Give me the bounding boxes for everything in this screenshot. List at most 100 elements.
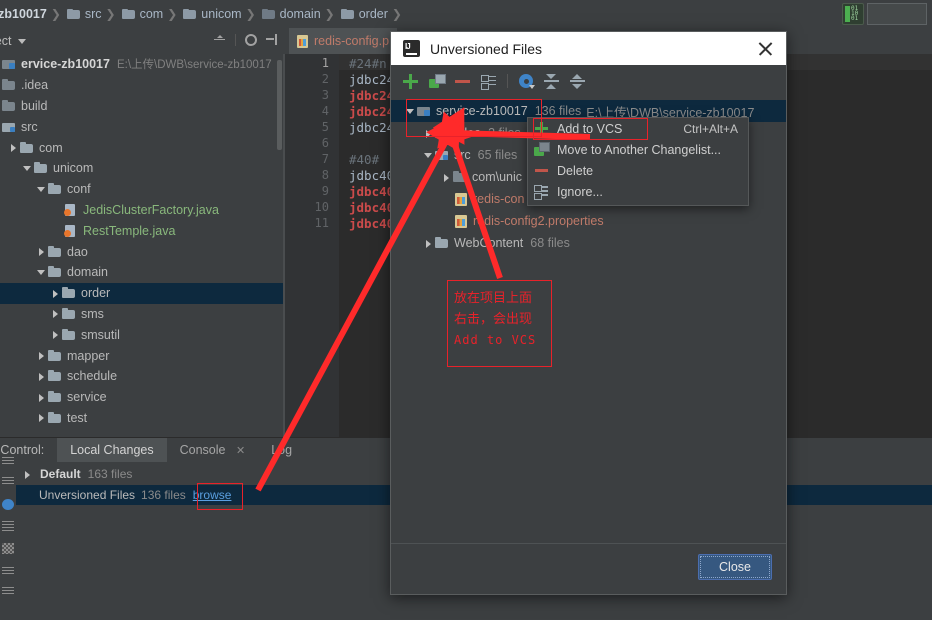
commit-icon[interactable]: [2, 477, 14, 486]
tree-row-sms[interactable]: sms: [0, 304, 285, 325]
folder-icon: [48, 370, 62, 382]
tab-log[interactable]: Log: [258, 438, 305, 463]
search-field[interactable]: [867, 3, 927, 25]
project-tree[interactable]: ervice-zb10017 E:\上传\DWB\service-zb10017…: [0, 54, 285, 437]
folder-icon: [2, 99, 16, 112]
dialog-tree-label: .idea: [454, 126, 482, 140]
breadcrumb-item-domain[interactable]: domain: [258, 7, 323, 21]
vcs-left-toolbar[interactable]: [0, 455, 16, 620]
menu-item-add-to-vcs[interactable]: Add to VCS Ctrl+Alt+A: [528, 118, 748, 139]
close-button[interactable]: Close: [698, 554, 772, 580]
close-icon[interactable]: [757, 40, 774, 57]
tree-row-conf[interactable]: conf: [0, 179, 285, 200]
ignore-icon[interactable]: [481, 74, 496, 90]
chevron-right-icon[interactable]: [36, 412, 47, 423]
tree-row-dao[interactable]: dao: [0, 241, 285, 262]
tree-row-unicom[interactable]: unicom: [0, 158, 285, 179]
memory-indicator-icon[interactable]: 01 10 01: [842, 3, 864, 25]
dialog-tree-row-webcontent[interactable]: WebContent 68 files: [391, 232, 786, 254]
chevron-right-icon[interactable]: [423, 128, 434, 139]
chevron-right-icon[interactable]: [50, 308, 61, 319]
source-root-icon: [435, 149, 449, 161]
tree-row-com[interactable]: com: [0, 137, 285, 158]
tree-label: test: [67, 410, 88, 425]
breadcrumb-item-src[interactable]: src: [63, 7, 104, 21]
chevron-right-icon[interactable]: [36, 371, 47, 382]
dialog-tree-label: service-zb10017: [436, 104, 528, 118]
tree-row-schedule[interactable]: schedule: [0, 366, 285, 387]
menu-item-move-to-changelist[interactable]: Move to Another Changelist...: [528, 139, 748, 160]
folder-icon: [48, 245, 62, 258]
add-to-vcs-icon[interactable]: [403, 73, 418, 89]
chevron-right-icon[interactable]: [36, 392, 47, 403]
dialog-tree-label: redis-con: [473, 192, 525, 206]
tree-row-idea[interactable]: .idea: [0, 75, 285, 96]
settings-gear-icon[interactable]: [2, 499, 14, 510]
tab-console[interactable]: Console ✕: [167, 438, 259, 464]
tree-row-jedisclusterfactory[interactable]: JedisClusterFactory.java: [0, 200, 285, 221]
chevron-right-icon[interactable]: [441, 172, 452, 183]
chevron-right-icon[interactable]: [8, 142, 19, 153]
chevron-down-icon[interactable]: [36, 184, 47, 195]
group-by-icon[interactable]: [2, 521, 14, 532]
collapse-all-icon[interactable]: [213, 33, 226, 46]
dialog-title: Unversioned Files: [430, 40, 543, 57]
tree-label: smsutil: [81, 327, 120, 342]
move-to-changelist-icon[interactable]: [429, 73, 446, 89]
menu-item-ignore[interactable]: Ignore...: [528, 181, 748, 202]
folder-icon: [20, 141, 34, 154]
close-icon[interactable]: ✕: [236, 439, 245, 464]
tree-row-module[interactable]: ervice-zb10017 E:\上传\DWB\service-zb10017: [0, 54, 285, 75]
delete-icon[interactable]: [455, 74, 470, 89]
tree-row-test[interactable]: test: [0, 408, 285, 429]
dialog-tree-count: 65 files: [477, 148, 518, 162]
tree-label: src: [21, 119, 38, 134]
browse-link[interactable]: browse: [193, 488, 232, 502]
collapse-icon[interactable]: [2, 587, 14, 594]
tree-row-mapper[interactable]: mapper: [0, 345, 285, 366]
expand-all-icon[interactable]: [544, 73, 559, 89]
project-panel-header: ject: [0, 28, 285, 54]
breadcrumb-item-project[interactable]: -zb10017: [0, 7, 49, 21]
context-menu[interactable]: Add to VCS Ctrl+Alt+A Move to Another Ch…: [527, 117, 749, 206]
tree-row-domain[interactable]: domain: [0, 262, 285, 283]
collapse-all-icon[interactable]: [570, 73, 585, 89]
project-tree-scrollbar[interactable]: [277, 60, 282, 150]
intellij-idea-icon: IJ: [403, 40, 420, 57]
chevron-right-icon[interactable]: [36, 350, 47, 361]
breadcrumb-item-unicom[interactable]: unicom: [179, 7, 243, 21]
chevron-down-icon[interactable]: [405, 106, 416, 117]
tree-row-build[interactable]: build: [0, 96, 285, 117]
chevron-down-icon[interactable]: [36, 267, 47, 278]
chevron-down-icon[interactable]: [18, 38, 27, 44]
chevron-right-icon[interactable]: [36, 246, 47, 257]
chevron-right-icon[interactable]: [423, 238, 434, 249]
tree-row-order[interactable]: order: [0, 282, 285, 304]
tree-row-resttemple[interactable]: RestTemple.java: [0, 220, 285, 241]
editor-tab-redis-config[interactable]: redis-config.p: [289, 28, 398, 54]
tab-local-changes[interactable]: Local Changes: [57, 438, 167, 463]
menu-item-delete[interactable]: Delete: [528, 160, 748, 181]
tree-row-smsutil[interactable]: smsutil: [0, 324, 285, 345]
line-number: 3: [321, 88, 329, 102]
chevron-right-icon[interactable]: [22, 469, 33, 480]
chevron-right-icon[interactable]: [50, 329, 61, 340]
tree-row-src[interactable]: src: [0, 116, 285, 137]
refresh-icon[interactable]: [2, 457, 14, 466]
chevron-down-icon[interactable]: [423, 150, 434, 161]
settings-gear-icon[interactable]: [519, 74, 535, 89]
dialog-tree-label: WebContent: [454, 236, 524, 250]
breadcrumb-separator: ❯: [105, 7, 116, 21]
dialog-tree-row-redis-config2[interactable]: redis-config2.properties: [391, 210, 786, 232]
shelve-icon[interactable]: [2, 543, 14, 554]
chevron-down-icon[interactable]: [22, 163, 33, 174]
dialog-tree-label: com\unic: [472, 170, 523, 184]
expand-icon[interactable]: [2, 567, 14, 574]
breadcrumb-item-com[interactable]: com: [118, 7, 166, 21]
folder-icon: [48, 266, 62, 278]
breadcrumb-item-order[interactable]: order: [337, 7, 390, 21]
tree-row-service[interactable]: service: [0, 387, 285, 408]
chevron-right-icon[interactable]: [50, 288, 61, 299]
hide-panel-icon[interactable]: [266, 33, 279, 46]
settings-gear-icon[interactable]: [245, 34, 257, 46]
